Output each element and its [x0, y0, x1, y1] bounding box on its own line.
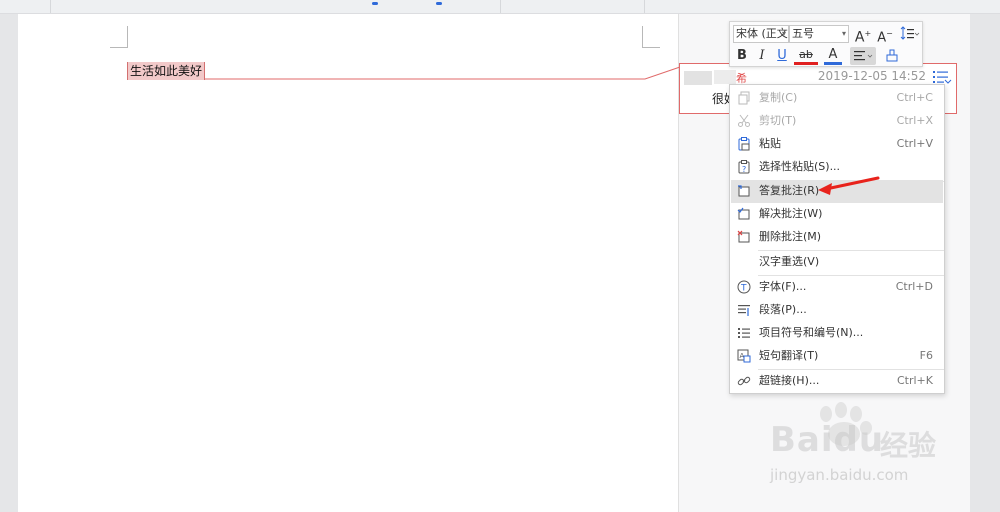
- watermark-brand-du: du: [833, 420, 885, 460]
- watermark-brand-bai: Bai: [770, 420, 834, 460]
- watermark-url: jingyan.baidu.com: [770, 466, 909, 484]
- watermark-cn: 经验: [880, 429, 937, 462]
- watermark-brand: Baidu: [770, 420, 884, 460]
